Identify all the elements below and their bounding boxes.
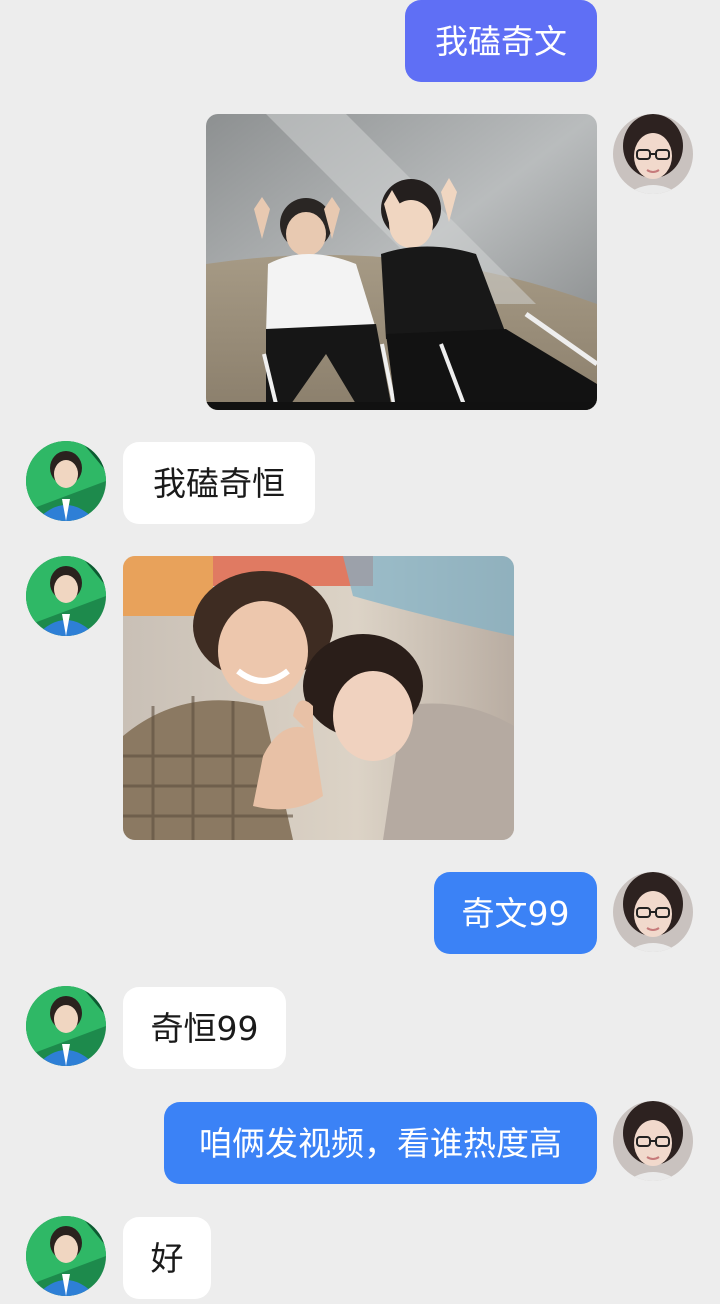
avatar-image xyxy=(26,556,106,636)
boy-blue-avatar[interactable] xyxy=(26,986,106,1066)
message-photo-incoming[interactable] xyxy=(123,556,514,840)
message-bubble-incoming[interactable]: 我磕奇恒 xyxy=(123,442,315,524)
message-bubble-incoming[interactable]: 好 xyxy=(123,1217,211,1299)
girl-glasses-avatar[interactable] xyxy=(613,872,693,952)
boy-blue-avatar[interactable] xyxy=(26,441,106,521)
message-text: 我磕奇文 xyxy=(435,21,567,61)
girl-glasses-avatar[interactable] xyxy=(613,114,693,194)
girl-glasses-avatar[interactable] xyxy=(613,1101,693,1181)
message-text: 奇文99 xyxy=(461,893,570,933)
message-text: 咱俩发视频，看谁热度高 xyxy=(199,1123,562,1163)
boy-blue-avatar[interactable] xyxy=(26,1216,106,1296)
message-text: 好 xyxy=(150,1238,184,1278)
avatar-image xyxy=(613,1101,693,1181)
avatar-image xyxy=(26,441,106,521)
message-bubble-outgoing[interactable]: 咱俩发视频，看谁热度高 xyxy=(164,1102,597,1184)
message-text: 奇恒99 xyxy=(150,1008,259,1048)
boy-blue-avatar[interactable] xyxy=(26,556,106,636)
message-photo-outgoing[interactable] xyxy=(206,114,597,410)
message-bubble-outgoing[interactable]: 我磕奇文 xyxy=(405,0,597,82)
avatar-image xyxy=(613,114,693,194)
message-bubble-outgoing[interactable]: 奇文99 xyxy=(434,872,597,954)
avatar-image xyxy=(613,872,693,952)
avatar-image xyxy=(26,1216,106,1296)
message-bubble-incoming[interactable]: 奇恒99 xyxy=(123,987,286,1069)
avatar-image xyxy=(26,986,106,1066)
photo-two-friends-peace-sign xyxy=(206,114,597,410)
photo-two-friends-hug xyxy=(123,556,514,840)
message-text: 我磕奇恒 xyxy=(153,463,285,503)
